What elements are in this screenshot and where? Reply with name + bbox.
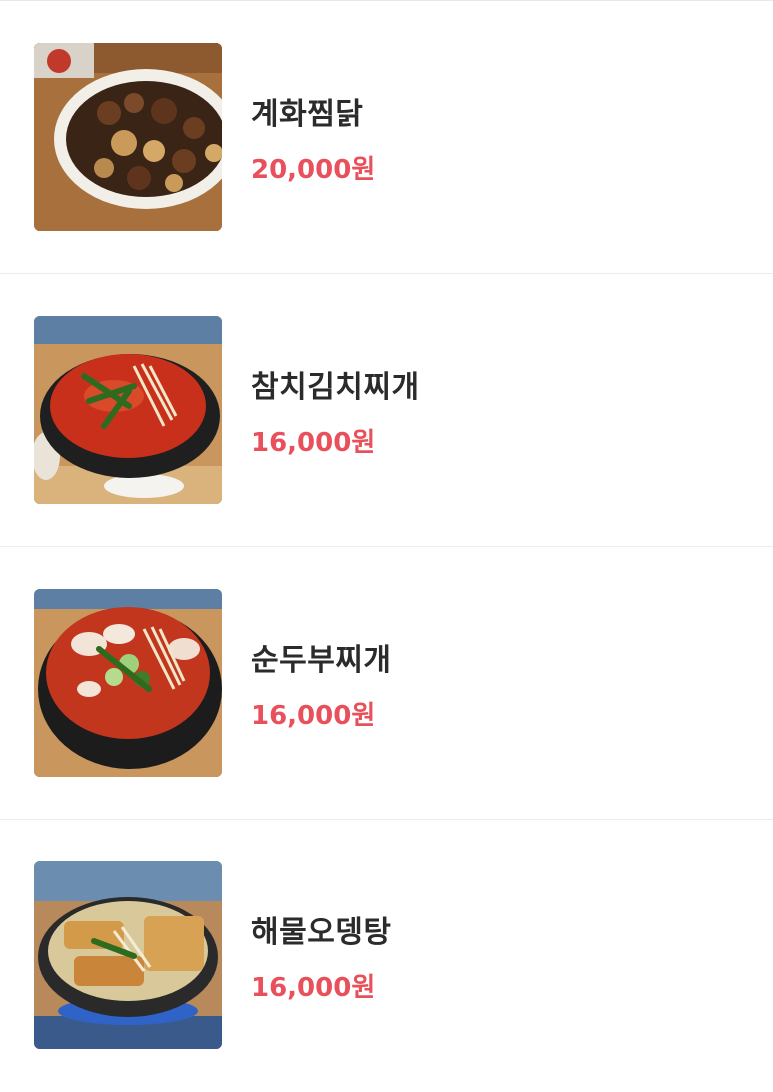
menu-item-odeng-tang[interactable]: 해물오뎅탕 16,000원 (0, 819, 773, 1092)
menu-item-price: 20,000원 (251, 155, 376, 185)
sundubu-jjigae-photo-image (34, 589, 222, 777)
menu-item-name: 해물오뎅탕 (251, 915, 392, 950)
jjimdak-photo (34, 43, 222, 231)
kimchi-jjigae-photo-image (34, 316, 222, 504)
menu-item-sundubu-jjigae[interactable]: 순두부찌개 16,000원 (0, 547, 773, 820)
odeng-tang-photo-image (34, 861, 222, 1049)
menu-item-name: 참치김치찌개 (251, 370, 420, 405)
menu-item-name: 계화찜닭 (251, 97, 364, 132)
menu-item-name: 순두부찌개 (251, 643, 392, 678)
menu-item-kimchi-jjigae[interactable]: 참치김치찌개 16,000원 (0, 274, 773, 547)
menu-item-jjimdak[interactable]: 계화찜닭 20,000원 (0, 1, 773, 274)
menu-list: 계화찜닭 20,000원 참치김치찌개 16,000원 순두부찌개 16,000… (0, 0, 773, 1082)
jjimdak-photo-image (34, 43, 222, 231)
menu-item-price: 16,000원 (251, 973, 376, 1003)
kimchi-jjigae-photo (34, 316, 222, 504)
sundubu-jjigae-photo (34, 589, 222, 777)
menu-item-price: 16,000원 (251, 701, 376, 731)
odeng-tang-photo (34, 861, 222, 1049)
menu-item-price: 16,000원 (251, 428, 376, 458)
